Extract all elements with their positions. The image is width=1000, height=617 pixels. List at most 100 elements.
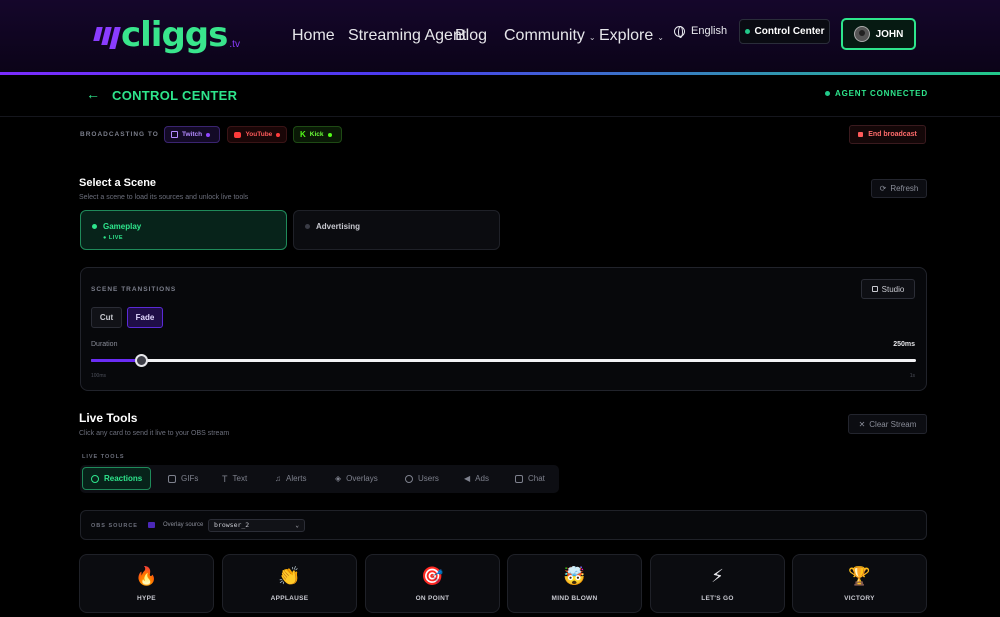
tab-label: Alerts — [286, 474, 307, 483]
scene-card-gameplay[interactable]: Gameplay ● LIVE — [80, 210, 287, 250]
reaction-emoji-icon: 👏 — [278, 566, 301, 587]
reaction-card[interactable]: 👏 APPLAUSE — [222, 554, 357, 613]
chevron-down-icon: ⌄ — [588, 33, 596, 42]
language-label: English — [691, 25, 728, 37]
tab-label: Reactions — [104, 474, 143, 483]
tab-users[interactable]: Users — [397, 467, 447, 490]
live-tools-tabs-label: LIVE TOOLS — [82, 454, 125, 460]
scene-status-dot — [305, 224, 310, 229]
refresh-icon: ⟳ — [879, 184, 887, 193]
reaction-card[interactable]: 🤯 MIND BLOWN — [507, 554, 642, 613]
tab-reactions[interactable]: Reactions — [82, 467, 152, 490]
end-broadcast-button[interactable]: End broadcast — [849, 125, 926, 144]
film-icon — [168, 474, 176, 483]
nav-explore-label: Explore — [599, 27, 654, 44]
agent-status-label: AGENT CONNECTED — [835, 89, 928, 98]
reaction-label: APPLAUSE — [270, 595, 309, 602]
layers-icon: ◈ — [335, 474, 342, 483]
reaction-card[interactable]: ⚡ LET'S GO — [650, 554, 785, 613]
logo-bars-icon — [91, 27, 121, 49]
tab-label: Overlays — [346, 474, 378, 483]
smile-icon — [91, 474, 99, 483]
transitions-label: SCENE TRANSITIONS — [91, 286, 177, 293]
globe-icon — [674, 25, 685, 38]
live-tools-subtitle: Click any card to send it live to your O… — [79, 430, 230, 437]
bell-icon: ♫ — [275, 474, 281, 483]
scene-name: Gameplay — [103, 222, 142, 231]
studio-icon — [871, 286, 878, 292]
nav-community[interactable]: Community ⌄ — [504, 27, 596, 45]
reaction-emoji-icon: 🎯 — [421, 566, 444, 587]
reaction-emoji-icon: ⚡ — [711, 566, 724, 587]
platform-chip-youtube[interactable]: YouTube — [227, 126, 287, 143]
reaction-label: MIND BLOWN — [551, 595, 598, 602]
status-dot-icon — [744, 29, 750, 34]
logo-suffix: .tv — [229, 39, 240, 50]
duration-slider[interactable] — [91, 354, 916, 367]
user-name: JOHN — [875, 28, 904, 40]
scene-card-advertising[interactable]: Advertising — [293, 210, 500, 250]
tab-label: Chat — [528, 474, 545, 483]
reaction-label: LET'S GO — [701, 595, 734, 602]
overlay-source-select[interactable]: browser_2 ⌄ — [208, 519, 305, 532]
platform-chip-kick[interactable]: K Kick — [293, 126, 342, 143]
logo-text: cliggs — [121, 15, 228, 55]
reaction-card[interactable]: 🏆 VICTORY — [792, 554, 927, 613]
reaction-card[interactable]: 🔥 HYPE — [79, 554, 214, 613]
nav-home[interactable]: Home — [292, 27, 335, 45]
clear-stream-button[interactable]: ✕ Clear Stream — [848, 414, 927, 434]
tab-label: Text — [232, 474, 248, 483]
scenes-title: Select a Scene — [79, 177, 157, 189]
refresh-label: Refresh — [890, 184, 919, 193]
tab-label: GIFs — [181, 474, 199, 483]
nav-explore[interactable]: Explore ⌄ — [599, 27, 664, 45]
duration-value: 250ms — [893, 341, 915, 348]
megaphone-icon: ◀ — [464, 474, 471, 483]
refresh-button[interactable]: ⟳ Refresh — [871, 179, 927, 198]
agent-status-badge: AGENT CONNECTED — [825, 89, 928, 98]
transition-fade-button[interactable]: Fade — [127, 307, 163, 328]
user-menu-button[interactable]: JOHN — [841, 18, 916, 50]
tab-label: Users — [418, 474, 439, 483]
nav-blog[interactable]: Blog — [455, 27, 487, 45]
scenes-subtitle: Select a scene to load its sources and u… — [79, 194, 249, 201]
duration-slider-handle[interactable] — [134, 354, 148, 367]
reaction-label: HYPE — [137, 595, 156, 602]
tab-chat[interactable]: Chat — [507, 467, 553, 490]
nav-streaming-agent[interactable]: Streaming Agent — [348, 27, 466, 45]
close-icon: ✕ — [858, 419, 866, 429]
studio-mode-button[interactable]: Studio — [861, 279, 915, 299]
reaction-label: VICTORY — [844, 595, 875, 602]
studio-label: Studio — [881, 284, 905, 294]
reaction-label: ON POINT — [415, 595, 450, 602]
tab-overlays[interactable]: ◈ Overlays — [327, 467, 386, 490]
page-title: CONTROL CENTER — [112, 88, 238, 103]
overlay-source-value: browser_2 — [214, 521, 250, 529]
duration-max-label: 1s — [909, 373, 915, 379]
youtube-icon — [234, 131, 242, 138]
brand-logo[interactable]: cliggs .tv — [91, 15, 240, 55]
text-icon: T — [222, 473, 228, 484]
tab-gifs[interactable]: GIFs — [160, 467, 206, 490]
chat-icon — [515, 474, 523, 483]
reaction-card[interactable]: 🎯 ON POINT — [365, 554, 500, 613]
end-broadcast-label: End broadcast — [868, 131, 917, 138]
overlay-source-label: Overlay source — [163, 522, 204, 528]
tab-text[interactable]: T Text — [214, 467, 255, 490]
clear-stream-label: Clear Stream — [869, 419, 917, 429]
transition-cut-button[interactable]: Cut — [91, 307, 122, 328]
platform-name: YouTube — [245, 131, 273, 138]
language-selector[interactable]: English — [674, 25, 728, 38]
stop-icon — [858, 132, 864, 137]
back-arrow-icon[interactable]: ← — [86, 86, 100, 102]
control-center-button[interactable]: Control Center — [739, 19, 830, 44]
reaction-emoji-icon: 🏆 — [848, 566, 871, 587]
tab-ads[interactable]: ◀ Ads — [456, 467, 497, 490]
reaction-emoji-icon: 🔥 — [135, 566, 158, 587]
platform-chip-twitch[interactable]: Twitch — [164, 126, 220, 143]
top-nav: cliggs .tv Home Streaming Agent Blog Com… — [0, 0, 1000, 72]
users-icon — [405, 474, 413, 483]
platform-status-dot — [276, 132, 280, 137]
tab-alerts[interactable]: ♫ Alerts — [267, 467, 314, 490]
obs-source-label: OBS SOURCE — [91, 523, 138, 529]
